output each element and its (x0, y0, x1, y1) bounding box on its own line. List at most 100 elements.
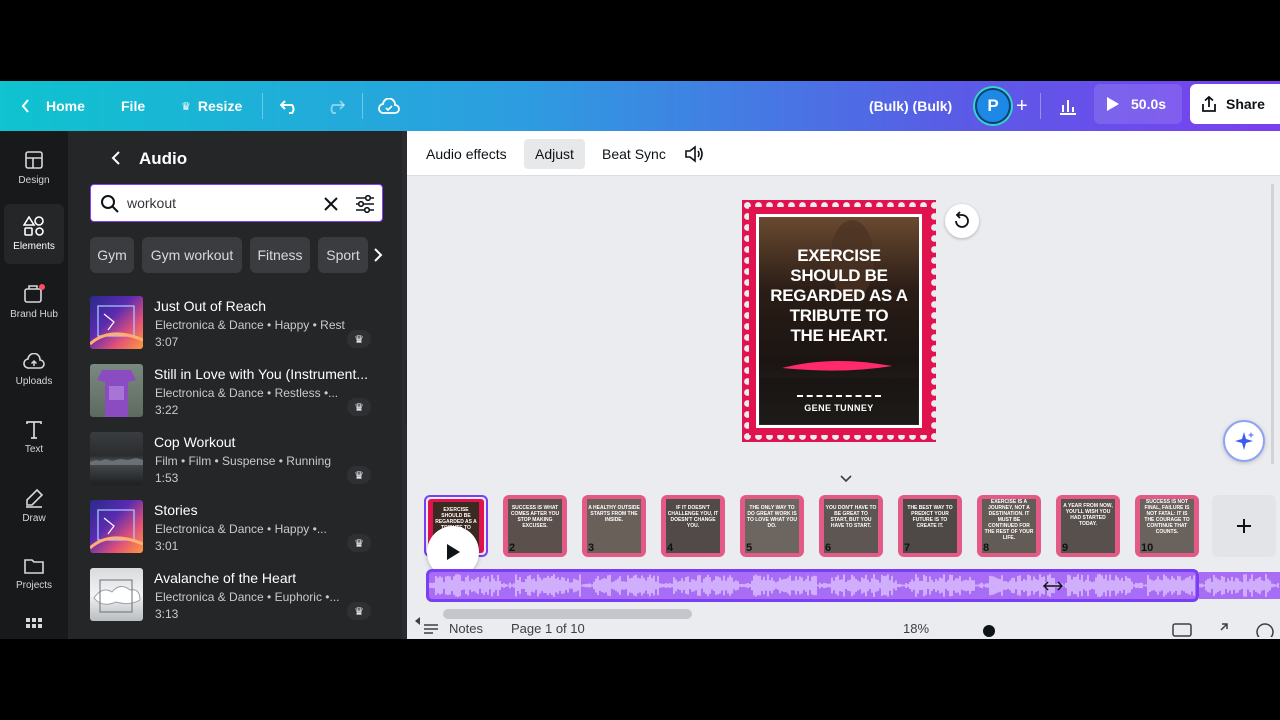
magic-assistant-button[interactable] (1223, 420, 1265, 462)
refresh-design-button[interactable] (945, 204, 979, 238)
rail-item-draw[interactable]: Draw (4, 476, 64, 536)
page-thumbnail-4[interactable]: IF IT DOESN'T CHALLENGE YOU, IT DOESN'T … (661, 495, 725, 557)
redo-icon (330, 100, 345, 114)
redo-button[interactable] (325, 81, 345, 131)
rail-item-text[interactable]: Text (4, 408, 64, 468)
layout-icon (25, 151, 43, 169)
page-thumbnail-3[interactable]: A HEALTHY OUTSIDE STARTS FROM THE INSIDE… (582, 495, 646, 557)
list-item[interactable]: Cop Workout Film • Film • Suspense • Run… (90, 432, 390, 488)
rail-label: Brand Hub (10, 309, 58, 320)
quote-text: EXERCISE SHOULD BE REGARDED AS A TRIBUTE… (742, 246, 936, 346)
clear-icon[interactable] (323, 196, 339, 212)
page-thumbnail-5[interactable]: THE ONLY WAY TO DO GREAT WORK IS TO LOVE… (740, 495, 804, 557)
rail-label: Draw (22, 513, 46, 524)
page-thumbnail-2[interactable]: SUCCESS IS WHAT COMES AFTER YOU STOP MAK… (503, 495, 567, 557)
text-icon (26, 421, 42, 439)
rail-label: Projects (15, 580, 53, 591)
page-thumbnail-9[interactable]: A YEAR FROM NOW, YOU'LL WISH YOU HAD STA… (1056, 495, 1120, 557)
rail-label: Design (18, 175, 50, 186)
resize-button[interactable]: ♛ Resize (181, 81, 242, 131)
avatar[interactable]: P (975, 88, 1011, 124)
canvas-scrollbar[interactable] (1269, 176, 1277, 466)
cloud-check-icon (378, 98, 400, 114)
crown-icon: ♛ (181, 100, 191, 113)
quote-line: TRIBUTE TO (789, 306, 889, 325)
document-title-text: (Bulk) (Bulk) (869, 98, 953, 114)
chip-fitness[interactable]: Fitness (250, 237, 310, 273)
collapse-timeline-button[interactable] (840, 470, 852, 488)
audio-effects-button[interactable]: Audio effects (415, 139, 518, 169)
top-bar: Home File ♛ Resize (Bulk) (Bulk) P + 50.… (0, 81, 1280, 131)
page-thumbnail-10[interactable]: SUCCESS IS NOT FINAL, FAILURE IS NOT FAT… (1135, 495, 1199, 557)
divider (262, 93, 263, 119)
rail-label: Uploads (15, 376, 53, 387)
rail-item-design[interactable]: Design (4, 138, 64, 198)
notes-icon[interactable] (423, 623, 439, 638)
rail-item-elements[interactable]: Elements (4, 204, 64, 264)
help-icon[interactable] (1256, 623, 1274, 639)
share-icon (1202, 95, 1216, 112)
chip-sport[interactable]: Sport (318, 237, 368, 273)
home-button[interactable]: Home (20, 81, 85, 131)
filter-icon[interactable] (355, 195, 375, 213)
track-meta: Electronica & Dance • Restless •... (155, 386, 339, 400)
list-item[interactable]: Just Out of Reach Electronica & Dance • … (90, 296, 390, 352)
page-thumbnail-6[interactable]: YOU DON'T HAVE TO BE GREAT TO START, BUT… (819, 495, 883, 557)
timeline-scrollbar[interactable] (443, 609, 692, 619)
list-item[interactable]: Stories Electronica & Dance • Happy •...… (90, 500, 390, 556)
rail-item-apps[interactable] (4, 609, 64, 639)
design-page[interactable]: EXERCISE SHOULD BE REGARDED AS A TRIBUTE… (742, 200, 936, 442)
page-thumbnail-8[interactable]: EXERCISE IS A JOURNEY, NOT A DESTINATION… (977, 495, 1041, 557)
quote-line: EXERCISE (797, 246, 881, 265)
undo-button[interactable] (280, 81, 300, 131)
add-page-button[interactable] (1212, 495, 1276, 557)
save-status-button[interactable] (378, 81, 400, 131)
zoom-slider-handle[interactable] (983, 625, 995, 637)
share-label: Share (1226, 96, 1265, 112)
search-box[interactable] (90, 184, 383, 222)
chip-gym[interactable]: Gym (90, 237, 134, 273)
search-input[interactable] (127, 193, 307, 213)
audio-waveform (429, 574, 1195, 597)
rail-label: Elements (13, 241, 55, 252)
adjust-button[interactable]: Adjust (524, 139, 585, 169)
chips-next-button[interactable] (373, 247, 383, 268)
page-number: 7 (904, 542, 911, 554)
volume-icon (685, 145, 703, 163)
page-thumbnail-7[interactable]: THE BEST WAY TO PREDICT YOUR FUTURE IS T… (898, 495, 962, 557)
grid-view-icon[interactable] (1172, 623, 1192, 639)
add-collaborator-button[interactable]: + (1016, 81, 1028, 131)
volume-button[interactable] (675, 139, 713, 169)
rail-item-uploads[interactable]: Uploads (4, 340, 64, 400)
list-item[interactable]: Avalanche of the Heart Electronica & Dan… (90, 568, 390, 624)
fullscreen-icon[interactable] (1214, 623, 1228, 639)
notes-button[interactable]: Notes (449, 621, 483, 636)
present-button[interactable]: 50.0s (1094, 84, 1182, 124)
pen-icon (26, 488, 44, 508)
back-button[interactable] (110, 150, 122, 171)
share-button[interactable]: Share (1190, 84, 1280, 124)
zoom-level[interactable]: 18% (903, 621, 929, 636)
file-menu[interactable]: File (121, 81, 145, 131)
track-title: Just Out of Reach (154, 298, 267, 314)
undo-icon (280, 100, 295, 114)
play-icon (447, 544, 460, 560)
plus-icon (1237, 519, 1251, 533)
rail-item-brand-hub[interactable]: Brand Hub (4, 272, 64, 332)
audio-toolbar: Audio effects Adjust Beat Sync (407, 131, 1280, 176)
chevron-left-icon (21, 99, 29, 113)
canvas-area: EXERCISE SHOULD BE REGARDED AS A TRIBUTE… (407, 176, 1280, 466)
resize-handle-icon[interactable] (1042, 579, 1064, 597)
track-duration: 3:22 (155, 403, 179, 417)
insights-button[interactable] (1058, 81, 1078, 131)
track-duration: 3:01 (155, 539, 179, 553)
track-artwork (90, 568, 143, 621)
track-artwork (90, 432, 143, 485)
rail-item-projects[interactable]: Projects (4, 544, 64, 604)
document-title[interactable]: (Bulk) (Bulk) (869, 81, 952, 131)
chip-gym-workout[interactable]: Gym workout (142, 237, 242, 273)
track-meta: Film • Film • Suspense • Running (155, 454, 331, 468)
list-item[interactable]: Still in Love with You (Instrument... El… (90, 364, 390, 420)
audio-track[interactable] (426, 569, 1199, 602)
beat-sync-button[interactable]: Beat Sync (591, 139, 677, 169)
